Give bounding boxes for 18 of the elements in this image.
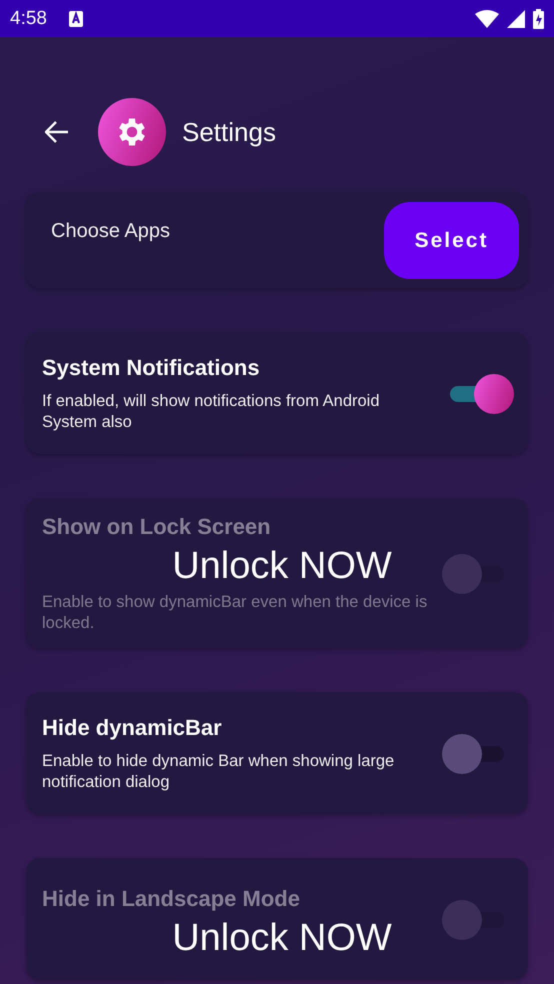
notification-icon: [68, 10, 83, 26]
card-label: Choose Apps: [51, 220, 171, 243]
select-button[interactable]: Select: [384, 202, 519, 279]
setting-title: Show on Lock Screen: [42, 514, 272, 540]
battery-icon: [533, 8, 544, 28]
unlock-label: Unlock NOW: [172, 918, 392, 958]
setting-description: Enable to show dynamicBar even when the device is locked.: [42, 592, 428, 634]
setting-description: If enabled, will show notifications from Android System also: [42, 391, 381, 433]
setting-title: Hide dynamicBar: [42, 715, 223, 741]
signal-icon: [507, 10, 525, 28]
setting-title: System Notifications: [42, 355, 261, 381]
back-button[interactable]: [44, 119, 70, 145]
status-time: 4:58: [10, 8, 47, 30]
page-title: Settings: [182, 116, 276, 148]
setting-title: Hide in Landscape Mode: [42, 886, 301, 912]
unlock-label: Unlock NOW: [172, 546, 392, 586]
wifi-icon: [475, 10, 499, 28]
setting-description: Enable to hide dynamic Bar when showing large notification dialog: [42, 751, 396, 793]
